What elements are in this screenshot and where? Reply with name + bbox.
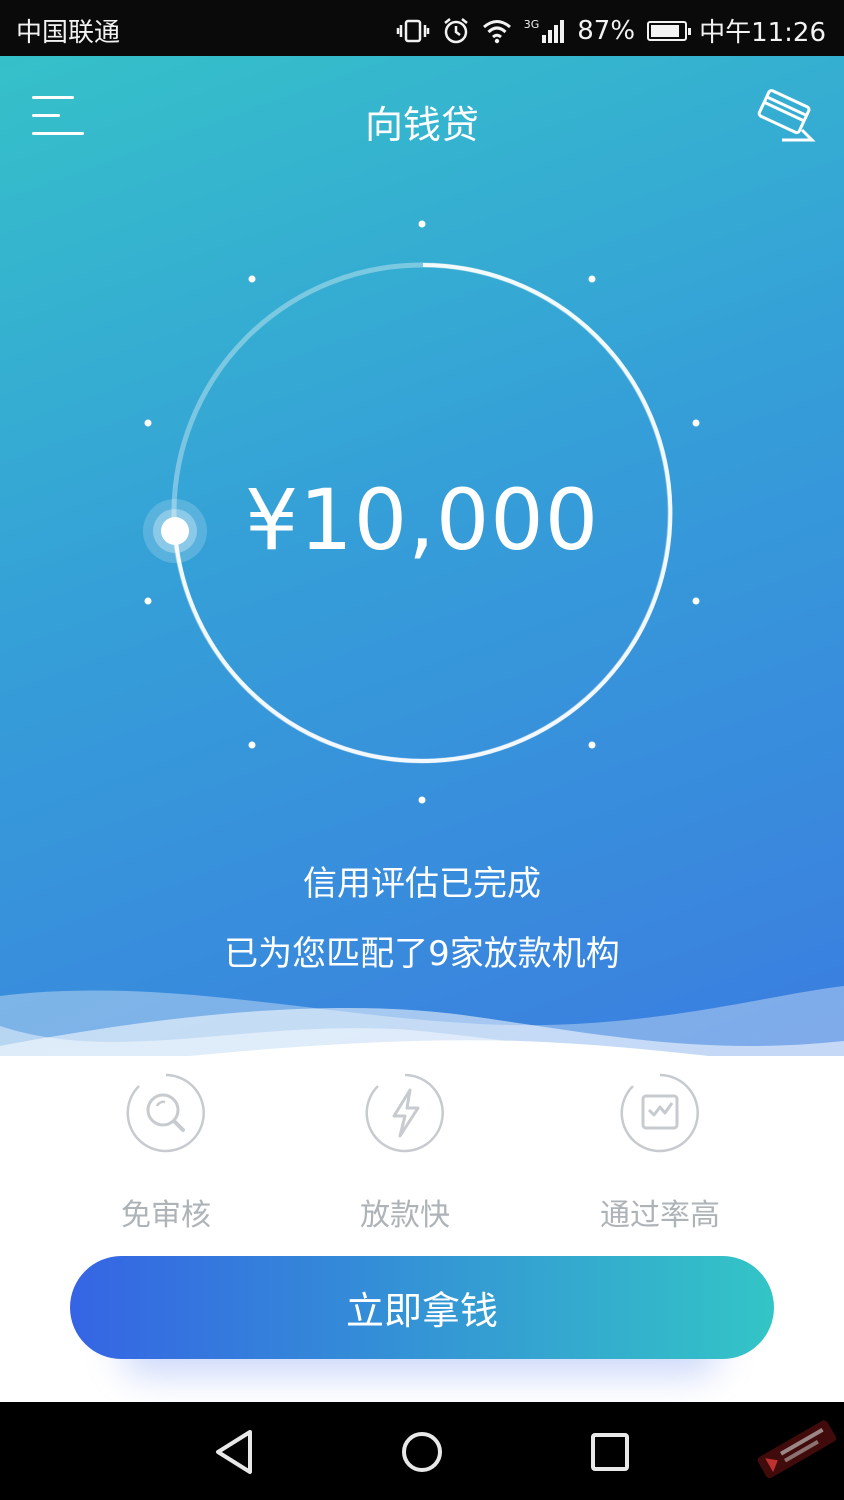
feature-label: 通过率高 — [600, 1198, 720, 1233]
feature-fast-loan: 放款快 — [305, 1072, 505, 1234]
vibrate-icon — [396, 19, 429, 42]
status-icons: 3G 87% 中午11:26 — [396, 12, 826, 49]
battery-percent: 87% — [577, 15, 636, 46]
wave-decoration — [0, 986, 844, 1056]
feature-label: 免审核 — [121, 1198, 211, 1233]
hero-panel: 向钱贷 ¥10,000 信用评估已完成 已为您匹配了9家放款机构 — [0, 56, 844, 1056]
network-type: 3G — [523, 17, 540, 31]
feature-row: 免审核 放款快 通过率高 — [0, 1060, 844, 1240]
lightning-icon — [365, 1073, 444, 1153]
back-icon[interactable] — [204, 1424, 264, 1480]
navigation-bar — [0, 1402, 844, 1500]
chart-check-icon — [620, 1073, 699, 1153]
matched-lenders: 已为您匹配了9家放款机构 — [224, 934, 620, 974]
cell-signal: 3G — [524, 19, 566, 43]
watermark-logo — [757, 1420, 837, 1479]
assessment-status: 信用评估已完成 — [303, 864, 541, 904]
feature-no-review: 免审核 — [66, 1072, 266, 1234]
loan-amount: ¥10,000 — [244, 471, 600, 569]
battery-fill — [651, 24, 680, 37]
recents-icon[interactable] — [580, 1424, 640, 1480]
wifi-icon — [482, 19, 511, 43]
battery-icon — [647, 20, 692, 41]
carrier-name: 中国联通 — [16, 18, 121, 48]
status-bar: 中国联通 3G 87% 中午11:26 — [0, 0, 844, 56]
feature-label: 放款快 — [360, 1198, 450, 1233]
alarm-icon — [443, 17, 468, 43]
clock: 中午11:26 — [699, 18, 826, 48]
get-money-button[interactable]: 立即拿钱 — [70, 1256, 774, 1359]
feature-high-approval: 通过率高 — [560, 1072, 760, 1234]
magnifier-icon — [126, 1073, 205, 1153]
home-icon[interactable] — [392, 1424, 452, 1480]
signal-icon — [542, 19, 565, 43]
